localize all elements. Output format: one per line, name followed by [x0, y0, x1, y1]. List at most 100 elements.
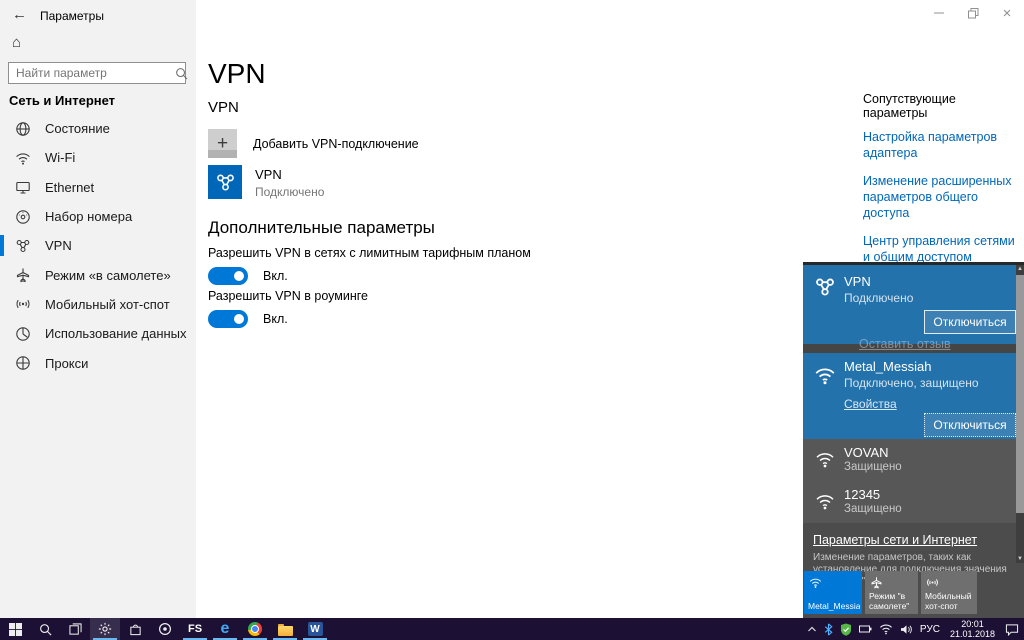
wifi-network-name: Metal_Messiah — [844, 359, 932, 374]
search-input[interactable] — [9, 66, 175, 80]
flyout-vpn-entry[interactable]: VPN Подключено Отключиться — [803, 265, 1024, 344]
hidden-icons-chevron-icon[interactable] — [807, 625, 817, 633]
network-center-link[interactable]: Центр управления сетями и общим доступом — [863, 233, 1021, 265]
network-flyout: VPN Подключено Отключиться Оставить отзы… — [803, 262, 1024, 618]
quick-action-tiles: Metal_Messiah Режим "в самолете" Мобильн… — [804, 571, 977, 614]
edge-icon: e — [220, 620, 230, 637]
vpn-icon — [15, 238, 31, 254]
sidebar-section-title: Сеть и Интернет — [9, 93, 116, 108]
airplane-mode-quick-tile[interactable]: Режим "в самолете" — [865, 571, 918, 614]
action-center-icon[interactable] — [1005, 623, 1019, 636]
flyout-scrollbar[interactable]: ▲ ▼ — [1016, 265, 1024, 563]
wifi-icon — [15, 150, 31, 166]
sidebar-item-airplane-mode[interactable]: Режим «в самолете» — [0, 260, 196, 289]
chrome-button[interactable] — [240, 618, 270, 640]
sidebar-item-dialup[interactable]: Набор номера — [0, 202, 196, 231]
sidebar-item-wifi[interactable]: Wi-Fi — [0, 143, 196, 172]
wifi-icon — [814, 364, 836, 386]
advanced-sharing-link[interactable]: Изменение расширенных параметров общего … — [863, 173, 1021, 221]
hotspot-icon — [927, 579, 938, 586]
battery-icon[interactable] — [858, 624, 872, 634]
flyout-divider: Оставить отзыв — [803, 337, 1024, 353]
clock-date: 21.01.2018 — [949, 629, 995, 639]
sidebar-item-proxy[interactable]: Прокси — [0, 348, 196, 377]
wifi-quick-tile[interactable]: Metal_Messiah — [804, 571, 862, 614]
task-view-icon — [68, 622, 82, 635]
target-app-button[interactable] — [150, 618, 180, 640]
flyout-vpn-status: Подключено — [844, 291, 914, 305]
network-settings-link[interactable]: Параметры сети и Интернет — [813, 533, 977, 547]
flyout-network-item[interactable]: 12345 Защищено — [803, 481, 1024, 523]
metered-toggle-label: Разрешить VPN в сетях с лимитным тарифны… — [208, 246, 531, 260]
related-settings-title: Сопутствующие параметры — [863, 92, 956, 120]
minimize-button[interactable] — [922, 0, 956, 26]
wifi-icon — [809, 578, 822, 588]
flyout-wifi-connected-entry[interactable]: Metal_Messiah Подключено, защищено Свойс… — [803, 353, 1024, 439]
flyout-network-item[interactable]: VOVAN Защищено — [803, 439, 1024, 481]
roaming-toggle-block: Разрешить VPN в роуминге Вкл. — [208, 289, 368, 328]
language-indicator[interactable]: РУС — [920, 624, 940, 635]
network-status: Защищено — [844, 461, 902, 473]
vpn-disconnect-button[interactable]: Отключиться — [924, 310, 1016, 334]
mobile-hotspot-quick-tile[interactable]: Мобильный хот-спот — [921, 571, 977, 614]
airplane-icon — [15, 267, 31, 283]
task-view-button[interactable] — [60, 618, 90, 640]
roaming-toggle-state: Вкл. — [263, 312, 288, 326]
sidebar-nav: Состояние Wi-Fi Ethernet Набор номера VP… — [0, 114, 196, 378]
vpn-connection-item[interactable]: VPN Подключено — [208, 165, 324, 199]
sidebar-item-data-usage[interactable]: Использование данных — [0, 319, 196, 348]
store-button[interactable] — [120, 618, 150, 640]
back-icon[interactable]: ← — [12, 6, 27, 23]
start-button[interactable] — [0, 618, 30, 640]
taskbar-settings-button[interactable] — [90, 618, 120, 640]
settings-sidebar: ← Параметры ⌂ Сеть и Интернет Состояние … — [0, 0, 196, 618]
add-vpn-button[interactable]: + Добавить VPN-подключение — [208, 129, 419, 158]
flyout-vpn-name: VPN — [844, 274, 871, 289]
volume-icon[interactable] — [900, 624, 913, 635]
word-button[interactable]: W — [300, 618, 330, 640]
feedback-ghost-link: Оставить отзыв — [859, 337, 951, 351]
hotspot-icon — [15, 296, 31, 312]
taskbar-clock[interactable]: 20:01 21.01.2018 — [947, 619, 998, 639]
windows-logo-icon — [8, 622, 22, 636]
file-explorer-button[interactable] — [270, 618, 300, 640]
clock-time: 20:01 — [961, 619, 984, 629]
wifi-properties-link[interactable]: Свойства — [844, 397, 897, 411]
sidebar-item-status[interactable]: Состояние — [0, 114, 196, 143]
close-icon[interactable]: × — [990, 0, 1024, 26]
wifi-network-status: Подключено, защищено — [844, 376, 979, 390]
vpn-section-title: VPN — [208, 99, 239, 116]
wifi-disconnect-button[interactable]: Отключиться — [924, 413, 1016, 437]
vpn-icon — [208, 165, 242, 199]
network-status: Защищено — [844, 503, 902, 515]
scroll-up-icon[interactable]: ▲ — [1016, 265, 1024, 273]
sidebar-item-ethernet[interactable]: Ethernet — [0, 173, 196, 202]
search-icon[interactable] — [175, 67, 188, 80]
defender-shield-icon[interactable] — [840, 623, 852, 636]
adapter-options-link[interactable]: Настройка параметров адаптера — [863, 129, 1021, 161]
globe-icon — [15, 121, 31, 137]
restore-button[interactable] — [956, 0, 990, 26]
home-icon[interactable]: ⌂ — [12, 34, 21, 51]
bluetooth-icon[interactable] — [824, 623, 833, 636]
advanced-options-title: Дополнительные параметры — [208, 218, 435, 237]
page-title: VPN — [208, 58, 266, 89]
vpn-connection-name: VPN — [255, 167, 282, 182]
network-name: 12345 — [844, 487, 881, 502]
folder-icon — [277, 623, 293, 636]
edge-button[interactable]: e — [210, 618, 240, 640]
metered-toggle[interactable] — [208, 267, 248, 285]
gear-icon — [98, 622, 112, 636]
ethernet-icon — [15, 179, 31, 195]
faststone-button[interactable]: FS — [180, 618, 210, 640]
store-bag-icon — [129, 624, 141, 635]
roaming-toggle[interactable] — [208, 310, 248, 328]
window-controls: × — [922, 0, 1024, 26]
scrollbar-thumb[interactable] — [1016, 275, 1024, 513]
scroll-down-icon[interactable]: ▼ — [1016, 555, 1024, 563]
wifi-tray-icon[interactable] — [879, 624, 893, 635]
sidebar-item-vpn[interactable]: VPN — [0, 231, 196, 260]
sidebar-item-mobile-hotspot[interactable]: Мобильный хот-спот — [0, 290, 196, 319]
settings-search[interactable] — [8, 62, 188, 84]
taskbar-search-button[interactable] — [30, 618, 60, 640]
